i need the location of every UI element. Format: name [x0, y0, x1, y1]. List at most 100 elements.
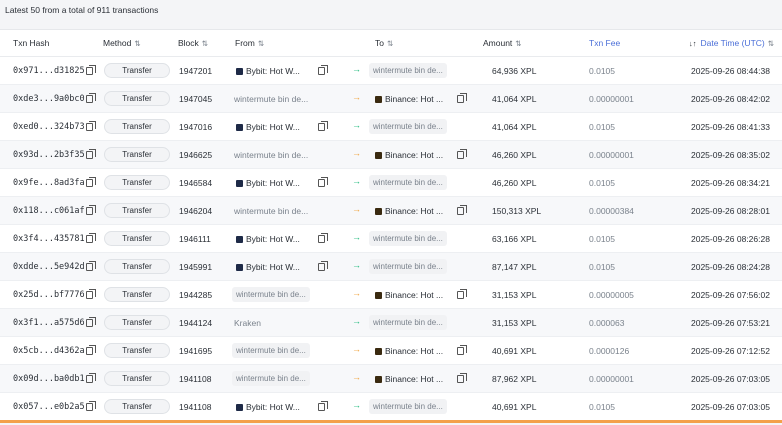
- block-link[interactable]: 1946625: [179, 150, 212, 160]
- copy-icon[interactable]: [318, 261, 328, 271]
- copy-icon[interactable]: [86, 345, 96, 355]
- header-method[interactable]: Method ⇅: [103, 38, 141, 48]
- filter-icon[interactable]: ⇅: [134, 39, 140, 48]
- copy-icon[interactable]: [86, 177, 96, 187]
- copy-icon[interactable]: [318, 121, 328, 131]
- txn-hash-link[interactable]: 0xde3...9a0bc0: [13, 94, 85, 104]
- block-link[interactable]: 1947201: [179, 66, 212, 76]
- copy-icon[interactable]: [86, 289, 96, 299]
- copy-icon[interactable]: [86, 401, 96, 411]
- block-link[interactable]: 1941108: [179, 374, 211, 384]
- header-amount[interactable]: Amount ⇅: [483, 38, 522, 48]
- from-address[interactable]: wintermute bin de...: [234, 206, 308, 216]
- block-link[interactable]: 1945991: [179, 262, 212, 272]
- copy-icon[interactable]: [86, 149, 96, 159]
- to-address[interactable]: Binance: Hot ...: [375, 150, 443, 160]
- datetime-value: 2025-09-26 08:44:38: [691, 66, 770, 76]
- copy-icon[interactable]: [86, 121, 96, 131]
- txn-hash-link[interactable]: 0x5cb...d4362a: [13, 346, 85, 356]
- copy-icon[interactable]: [318, 401, 328, 411]
- to-address[interactable]: wintermute bin de...: [369, 399, 447, 414]
- from-address[interactable]: wintermute bin de...: [232, 287, 310, 302]
- to-address[interactable]: wintermute bin de...: [369, 63, 447, 78]
- txn-hash-link[interactable]: 0x9fe...8ad3fa: [13, 178, 85, 188]
- from-address[interactable]: Bybit: Hot W...: [236, 66, 300, 76]
- txn-fee-value: 0.00000005: [589, 290, 634, 300]
- filter-icon[interactable]: ⇅: [515, 39, 521, 48]
- copy-icon[interactable]: [457, 149, 467, 159]
- txn-hash-link[interactable]: 0x93d...2b3f35: [13, 150, 85, 160]
- from-address[interactable]: Bybit: Hot W...: [236, 402, 300, 412]
- txn-hash-link[interactable]: 0x09d...ba0db1: [13, 374, 85, 384]
- txn-hash-link[interactable]: 0xed0...324b73: [13, 122, 85, 132]
- filter-icon[interactable]: ⇅: [202, 39, 208, 48]
- filter-icon[interactable]: ⇅: [768, 39, 774, 48]
- txn-hash-link[interactable]: 0x3f1...a575d6: [13, 318, 85, 328]
- header-block[interactable]: Block ⇅: [178, 38, 208, 48]
- copy-icon[interactable]: [86, 261, 96, 271]
- table-row: 0x971...d31825 Transfer 1947201 Bybit: Hot …: [0, 57, 782, 85]
- block-link[interactable]: 1941695: [179, 346, 212, 356]
- block-link[interactable]: 1946111: [179, 234, 211, 244]
- from-address[interactable]: wintermute bin de...: [234, 94, 308, 104]
- block-link[interactable]: 1946584: [179, 178, 212, 188]
- table-row: 0x25d...bf7776 Transfer 1944285 wintermute …: [0, 281, 782, 309]
- copy-icon[interactable]: [457, 373, 467, 383]
- block-link[interactable]: 1947045: [179, 94, 212, 104]
- to-address[interactable]: wintermute bin de...: [369, 231, 447, 246]
- from-address[interactable]: Bybit: Hot W...: [236, 122, 300, 132]
- copy-icon[interactable]: [86, 233, 96, 243]
- txn-hash-link[interactable]: 0x971...d31825: [13, 66, 85, 76]
- txn-hash-link[interactable]: 0x3f4...435781: [13, 234, 85, 244]
- from-address[interactable]: Bybit: Hot W...: [236, 178, 300, 188]
- to-address[interactable]: Binance: Hot ...: [375, 94, 443, 104]
- from-address[interactable]: Bybit: Hot W...: [236, 262, 300, 272]
- header-datetime[interactable]: ↓↑ Date Time (UTC) ⇅: [689, 38, 774, 48]
- block-link[interactable]: 1941108: [179, 402, 211, 412]
- copy-icon[interactable]: [86, 317, 96, 327]
- to-address[interactable]: wintermute bin de...: [369, 175, 447, 190]
- copy-icon[interactable]: [86, 93, 96, 103]
- from-address[interactable]: wintermute bin de...: [232, 343, 310, 358]
- to-address[interactable]: Binance: Hot ...: [375, 374, 443, 384]
- block-link[interactable]: 1947016: [179, 122, 212, 132]
- copy-icon[interactable]: [457, 345, 467, 355]
- arrow-right-icon: →: [352, 92, 361, 102]
- txn-hash-link[interactable]: 0x118...c061af: [13, 206, 85, 216]
- copy-icon[interactable]: [457, 205, 467, 215]
- from-address[interactable]: Bybit: Hot W...: [236, 234, 300, 244]
- copy-icon[interactable]: [86, 65, 96, 75]
- from-address[interactable]: wintermute bin de...: [234, 150, 308, 160]
- to-address[interactable]: wintermute bin de...: [369, 315, 447, 330]
- to-address[interactable]: wintermute bin de...: [369, 119, 447, 134]
- copy-icon[interactable]: [86, 373, 96, 383]
- sort-icon[interactable]: ↓↑: [689, 39, 697, 48]
- to-address[interactable]: Binance: Hot ...: [375, 346, 443, 356]
- copy-icon[interactable]: [86, 205, 96, 215]
- filter-icon[interactable]: ⇅: [387, 39, 393, 48]
- header-to[interactable]: To ⇅: [375, 38, 393, 48]
- from-address[interactable]: wintermute bin de...: [232, 371, 310, 386]
- from-label: Bybit: Hot W...: [246, 178, 300, 188]
- from-address[interactable]: Kraken: [234, 318, 261, 328]
- filter-icon[interactable]: ⇅: [258, 39, 264, 48]
- copy-icon[interactable]: [457, 93, 467, 103]
- block-link[interactable]: 1944124: [179, 318, 212, 328]
- bybit-logo-icon: [236, 180, 243, 187]
- txn-hash-link[interactable]: 0x25d...bf7776: [13, 290, 85, 300]
- header-from[interactable]: From ⇅: [235, 38, 264, 48]
- table-row: 0x09d...ba0db1 Transfer 1941108 wintermute …: [0, 365, 782, 393]
- header-txn-fee[interactable]: Txn Fee: [589, 38, 620, 48]
- txn-hash-link[interactable]: 0xdde...5e942d: [13, 262, 85, 272]
- block-link[interactable]: 1946204: [179, 206, 212, 216]
- amount-value: 31,153 XPL: [492, 290, 537, 300]
- block-link[interactable]: 1944285: [179, 290, 212, 300]
- copy-icon[interactable]: [318, 65, 328, 75]
- to-address[interactable]: Binance: Hot ...: [375, 206, 443, 216]
- to-address[interactable]: wintermute bin de...: [369, 259, 447, 274]
- to-address[interactable]: Binance: Hot ...: [375, 290, 443, 300]
- copy-icon[interactable]: [318, 177, 328, 187]
- txn-hash-link[interactable]: 0x057...e0b2a5: [13, 402, 85, 412]
- copy-icon[interactable]: [457, 289, 467, 299]
- copy-icon[interactable]: [318, 233, 328, 243]
